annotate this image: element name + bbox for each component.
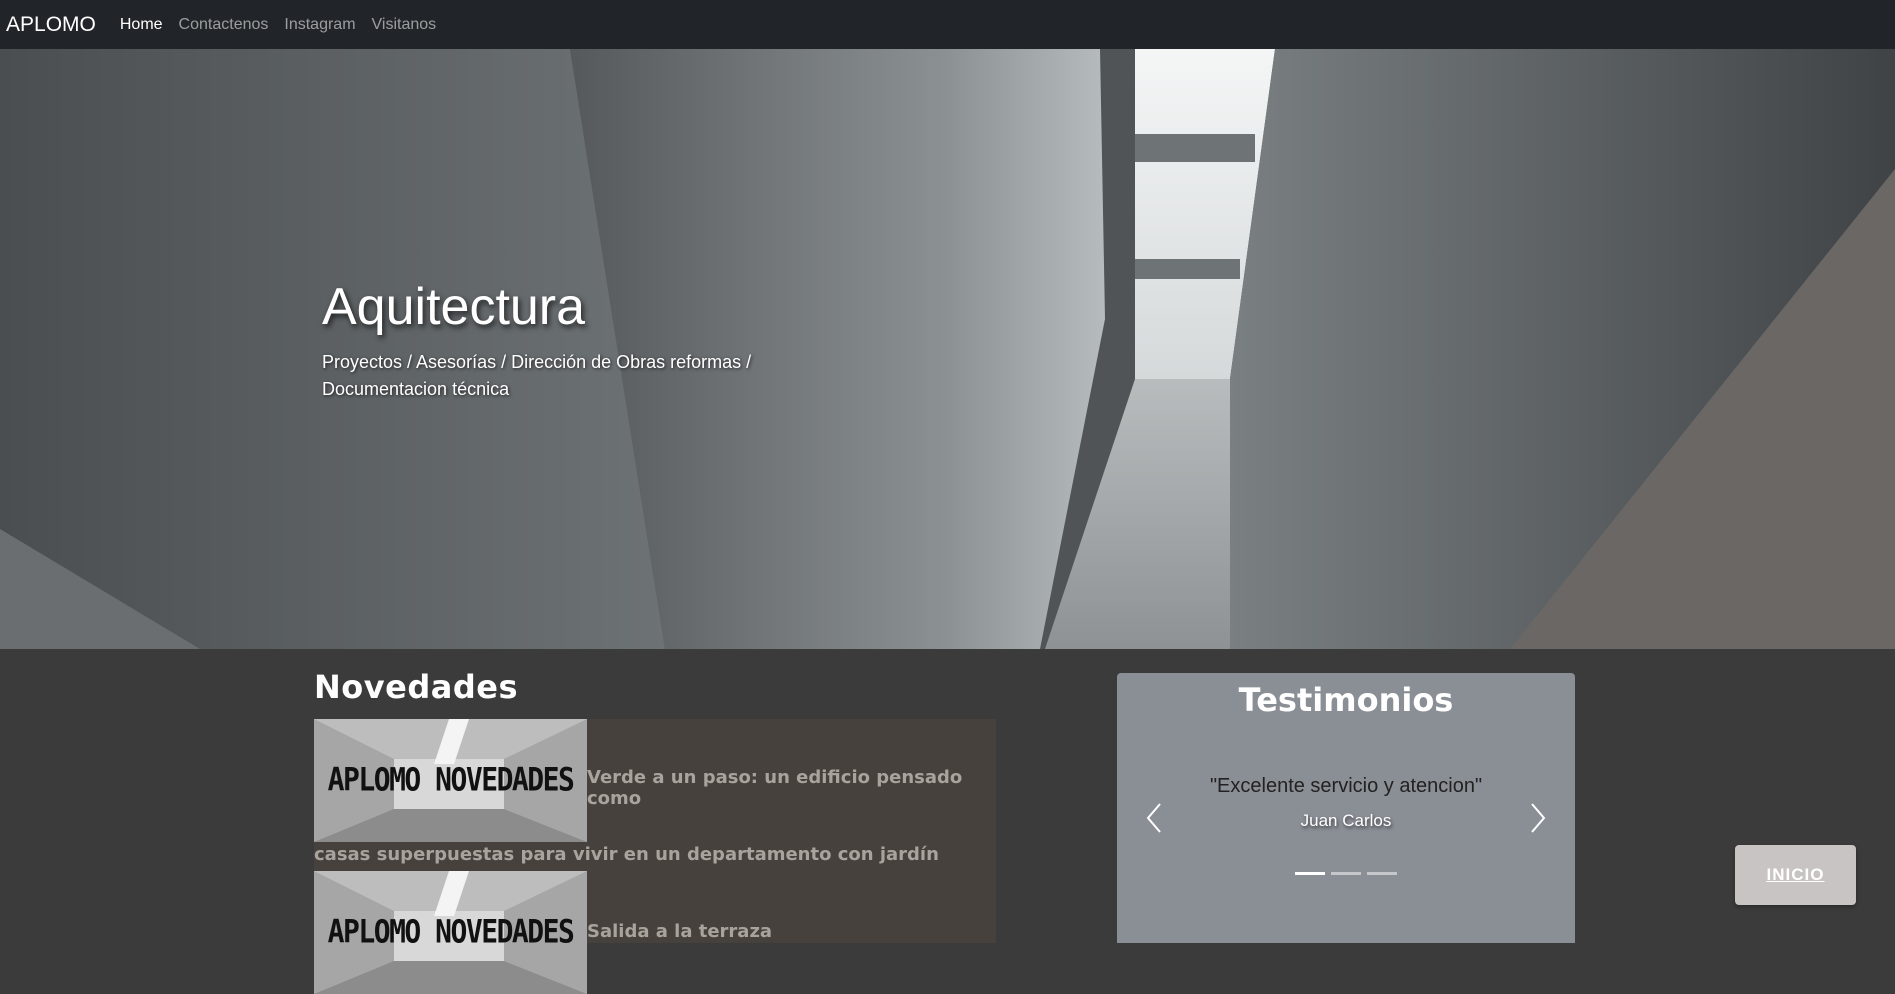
nav-contactenos[interactable]: Contactenos	[179, 16, 269, 34]
testimonios-title: Testimonios	[1238, 681, 1454, 719]
hero-subtitle: Proyectos / Asesorías / Dirección de Obr…	[322, 352, 752, 399]
brand-logo[interactable]: APLOMO	[6, 13, 96, 37]
hero-title: Aquitectura	[322, 278, 586, 336]
news-title-line1[interactable]: Verde a un paso: un edificio pensado com…	[587, 767, 996, 809]
carousel-indicator-1[interactable]	[1295, 872, 1325, 875]
carousel-indicators	[1295, 872, 1397, 875]
novedades-panel: APLOMO NOVEDADES Verde a un paso: un edi…	[314, 719, 996, 994]
testimonios-carousel: Testimonios "Excelente servicio y atenci…	[1117, 673, 1575, 943]
inicio-button[interactable]: INICIO	[1735, 845, 1856, 905]
news-thumbnail-label: APLOMO NOVEDADES	[327, 912, 575, 951]
carousel-indicator-3[interactable]	[1367, 872, 1397, 875]
news-thumbnail-label: APLOMO NOVEDADES	[327, 760, 575, 799]
nav-visitanos[interactable]: Visitanos	[372, 16, 437, 34]
carousel-next-button[interactable]	[1522, 798, 1552, 838]
news-title-line1[interactable]: Salida a la terraza	[587, 921, 772, 942]
nav-instagram[interactable]: Instagram	[284, 16, 355, 34]
testimonial-quote: "Excelente servicio y atencion"	[1209, 775, 1483, 797]
hero-banner: Aquitectura Proyectos / Asesorías / Dire…	[0, 49, 1895, 649]
news-title-line2[interactable]: casas superpuestas para vivir en un depa…	[314, 844, 939, 865]
carousel-indicator-2[interactable]	[1331, 872, 1361, 875]
nav-home[interactable]: Home	[120, 16, 163, 34]
news-thumbnail[interactable]: APLOMO NOVEDADES	[314, 719, 587, 842]
testimonial-author: Juan Carlos	[1300, 811, 1392, 830]
chevron-right-icon	[1531, 803, 1546, 833]
news-thumbnail[interactable]: APLOMO NOVEDADES	[314, 871, 587, 994]
novedades-title: Novedades	[314, 668, 518, 706]
navbar: APLOMO Home Contactenos Instagram Visita…	[0, 0, 1895, 49]
hero-background-image	[0, 49, 1895, 649]
